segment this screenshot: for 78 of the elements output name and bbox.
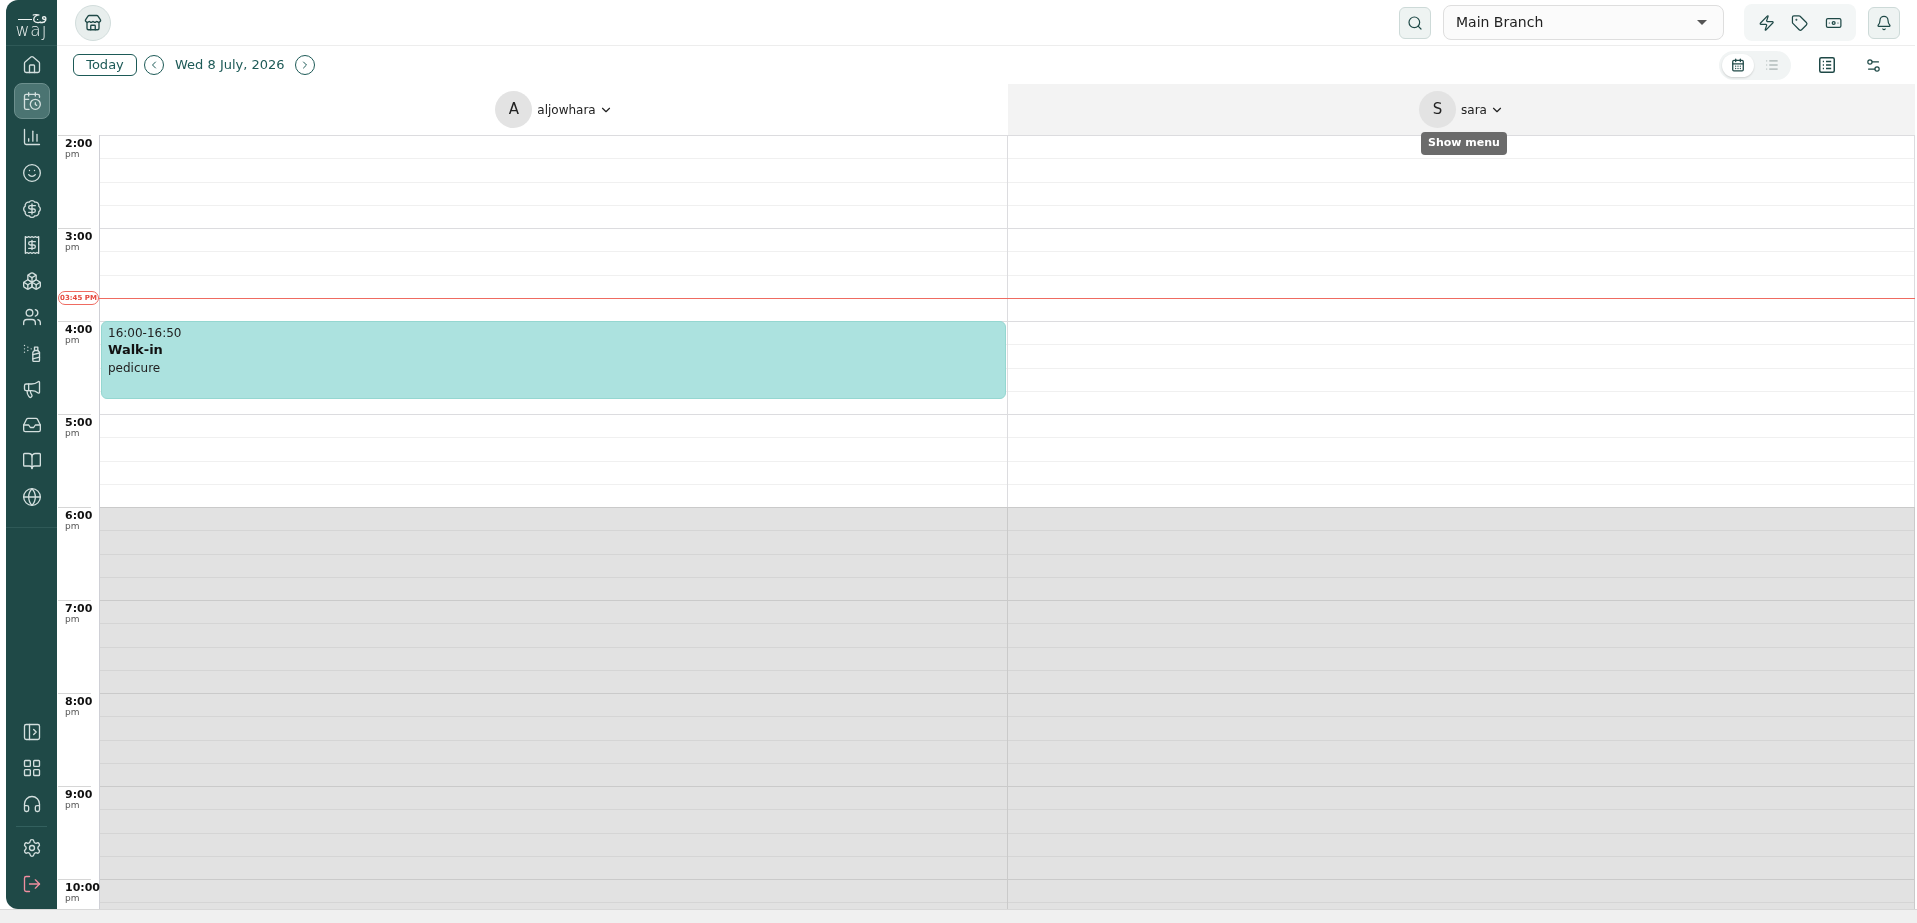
inbox-icon <box>21 415 42 435</box>
hour-cell[interactable] <box>100 786 1008 879</box>
caret-icon <box>1697 20 1707 25</box>
hour-cell[interactable] <box>1008 414 1915 507</box>
search-icon <box>1407 14 1423 31</box>
megaphone-icon <box>21 379 42 399</box>
hour-cell[interactable] <box>100 507 1008 600</box>
tag-icon[interactable] <box>1791 13 1809 32</box>
period-label: pm <box>65 615 80 624</box>
hour-cell[interactable]: 16:00-16:50 Walk-in pedicure <box>100 321 1008 414</box>
grid-icon <box>21 758 42 778</box>
hour-cell[interactable] <box>100 135 1008 228</box>
hour-cell[interactable] <box>1008 693 1915 786</box>
hour-cell[interactable] <box>1008 786 1915 879</box>
staff-menu-button[interactable]: aljowhara <box>537 100 613 119</box>
period-label: pm <box>65 243 80 252</box>
hour-cell[interactable] <box>1008 135 1915 228</box>
appointment-time: 16:00-16:50 <box>108 325 182 341</box>
list-details-icon[interactable] <box>1819 57 1835 73</box>
hour-label: 2:00 <box>65 138 93 150</box>
hour-cell[interactable] <box>100 600 1008 693</box>
current-date: Wed 8 July, 2026 <box>175 56 285 75</box>
search-button[interactable] <box>1399 6 1431 39</box>
today-button[interactable]: Today <box>73 54 137 76</box>
store-icon <box>84 13 102 32</box>
sidebar-item[interactable] <box>13 83 50 119</box>
calendar-icon <box>1730 58 1745 72</box>
logout-icon <box>21 874 42 894</box>
hour-label: 7:00 <box>65 603 93 615</box>
hour-label: 4:00 <box>65 324 93 336</box>
lightning-icon[interactable] <box>1758 13 1776 32</box>
bar-chart-icon <box>21 127 42 147</box>
appointment-title: Walk-in <box>108 341 163 359</box>
calendar-clock-icon <box>21 91 42 111</box>
period-label: pm <box>65 429 80 438</box>
service-name: pedicure <box>108 360 161 377</box>
period-label: pm <box>65 336 80 345</box>
avatar: A <box>495 91 533 128</box>
period-label: pm <box>65 150 80 159</box>
appointment-card[interactable]: 16:00-16:50 Walk-in pedicure <box>101 321 1006 399</box>
hour-label: 10:00 <box>65 882 100 894</box>
hour-label: 9:00 <box>65 789 93 801</box>
panel-expand-icon <box>21 722 42 742</box>
headphones-icon <box>21 794 42 814</box>
boxes-icon <box>21 271 42 291</box>
open-book-icon <box>21 451 42 471</box>
dollar-badge-icon <box>21 199 42 219</box>
hour-cell[interactable] <box>100 228 1008 321</box>
notifications-button[interactable] <box>1868 6 1900 39</box>
avatar: S <box>1419 91 1457 128</box>
hour-cell[interactable] <box>100 693 1008 786</box>
calendar-view-tab[interactable] <box>1722 53 1754 77</box>
hour-label: 3:00 <box>65 231 93 243</box>
hour-cell[interactable] <box>1008 600 1915 693</box>
users-icon <box>21 307 42 327</box>
settings-icon <box>21 838 42 858</box>
filter-sliders-icon[interactable] <box>1865 56 1882 74</box>
period-label: pm <box>65 894 80 903</box>
hour-cell[interactable] <box>1008 507 1915 600</box>
bell-icon <box>1876 14 1892 31</box>
globe-icon <box>21 487 42 507</box>
branch-select[interactable]: Main Branch <box>1443 5 1724 40</box>
smiley-icon <box>21 163 42 183</box>
hour-label: 5:00 <box>65 417 93 429</box>
home-icon <box>21 55 42 75</box>
hour-cell[interactable] <box>1008 321 1915 414</box>
hour-cell[interactable] <box>1008 228 1915 321</box>
staff-menu-button[interactable]: sara <box>1461 100 1504 119</box>
hour-label: 8:00 <box>65 696 93 708</box>
period-label: pm <box>65 522 80 531</box>
tooltip: Show menu <box>1421 132 1507 155</box>
hour-cell[interactable] <box>100 414 1008 507</box>
list-icon <box>1765 58 1780 72</box>
period-label: pm <box>65 708 80 717</box>
period-label: pm <box>65 801 80 810</box>
hour-label: 6:00 <box>65 510 93 522</box>
spray-can-icon <box>21 343 42 363</box>
store-button[interactable] <box>75 4 111 41</box>
